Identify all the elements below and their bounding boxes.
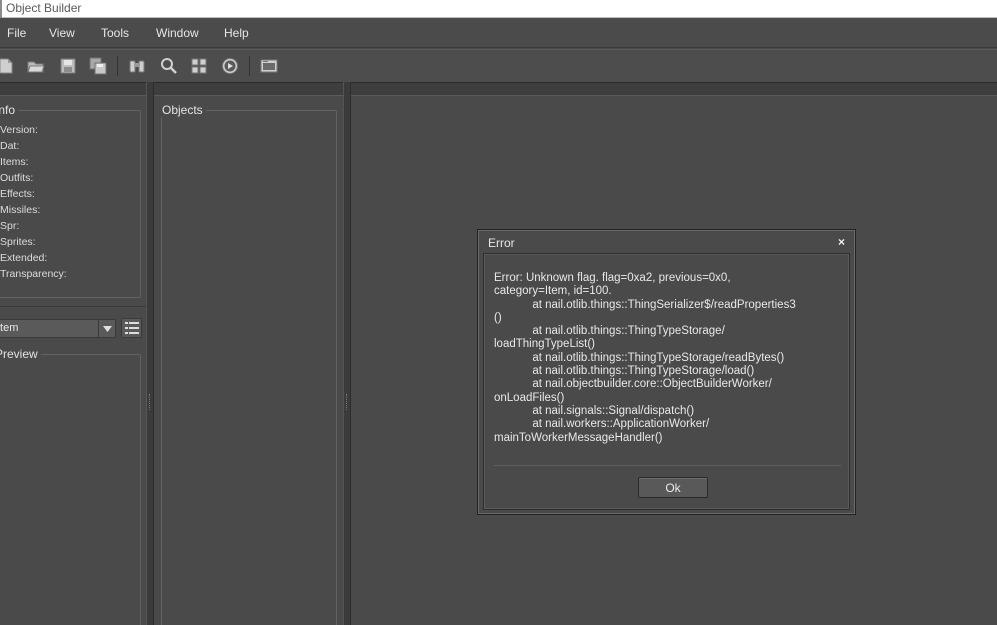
info-outfits-label: Outfits:	[0, 172, 34, 184]
toolbar	[0, 49, 997, 82]
error-dialog: Error × Error: Unknown flag. flag=0xa2, …	[477, 229, 856, 515]
resize-grip-icon	[149, 394, 151, 410]
toolbar-separator	[117, 56, 118, 76]
error-dialog-body: Error: Unknown flag. flag=0xa2, previous…	[483, 253, 850, 510]
ok-button[interactable]: Ok	[638, 477, 708, 498]
info-sprites-label: Sprites:	[0, 236, 36, 248]
info-panel: Info Version: Dat: Items: Outfits: Effec…	[0, 96, 146, 625]
preview-legend: Preview	[0, 347, 38, 361]
binoculars-icon[interactable]	[127, 56, 147, 76]
info-transparency-label: Transparency:	[0, 268, 67, 280]
menu-view[interactable]: View	[49, 26, 75, 40]
toolbar-separator	[249, 56, 250, 76]
objects-legend: Objects	[162, 103, 203, 117]
info-legend: Info	[0, 103, 16, 117]
error-message: Error: Unknown flag. flag=0xa2, previous…	[494, 272, 796, 444]
info-missiles-label: Missiles:	[0, 204, 41, 216]
info-extended-label: Extended:	[0, 252, 48, 264]
category-select-value: Item	[0, 322, 19, 334]
search-icon[interactable]	[159, 56, 179, 76]
menu-help[interactable]: Help	[224, 26, 249, 40]
title-bar: Object Builder	[0, 0, 997, 18]
new-file-icon[interactable]	[0, 56, 16, 76]
left-panel-resize-handle[interactable]	[146, 82, 154, 625]
play-animation-icon[interactable]	[220, 56, 240, 76]
menu-file[interactable]: File	[7, 26, 26, 40]
error-dialog-title: Error	[488, 236, 515, 250]
error-dialog-header: Error ×	[479, 231, 854, 253]
objects-panel: Objects	[154, 96, 343, 625]
info-effects-label: Effects:	[0, 188, 35, 200]
resize-grip-icon	[346, 394, 348, 410]
category-select[interactable]: Item	[0, 319, 116, 338]
preview-group: Preview	[0, 347, 141, 625]
window-title: Object Builder	[6, 1, 82, 15]
menu-tools[interactable]: Tools	[101, 26, 129, 40]
menu-bar: File View Tools Window Help	[0, 18, 997, 48]
list-icon	[124, 322, 139, 334]
save-icon[interactable]	[58, 56, 78, 76]
list-view-button[interactable]	[121, 318, 142, 338]
objects-panel-resize-handle[interactable]	[343, 82, 351, 625]
open-folder-icon[interactable]	[26, 56, 46, 76]
image-viewer-icon[interactable]	[259, 56, 279, 76]
title-bar-edge	[0, 0, 2, 18]
info-spr-label: Spr:	[0, 220, 20, 232]
close-icon[interactable]: ×	[838, 235, 845, 249]
info-dat-label: Dat:	[0, 140, 20, 152]
panel-separator	[0, 306, 146, 307]
info-version-label: Version:	[0, 124, 38, 136]
sprites-grid-icon[interactable]	[189, 56, 209, 76]
info-items-label: Items:	[0, 156, 29, 168]
save-all-icon[interactable]	[88, 56, 108, 76]
menu-window[interactable]: Window	[156, 26, 199, 40]
objects-group: Objects	[161, 103, 337, 625]
chevron-down-icon[interactable]	[98, 320, 115, 337]
dialog-divider	[494, 465, 841, 466]
